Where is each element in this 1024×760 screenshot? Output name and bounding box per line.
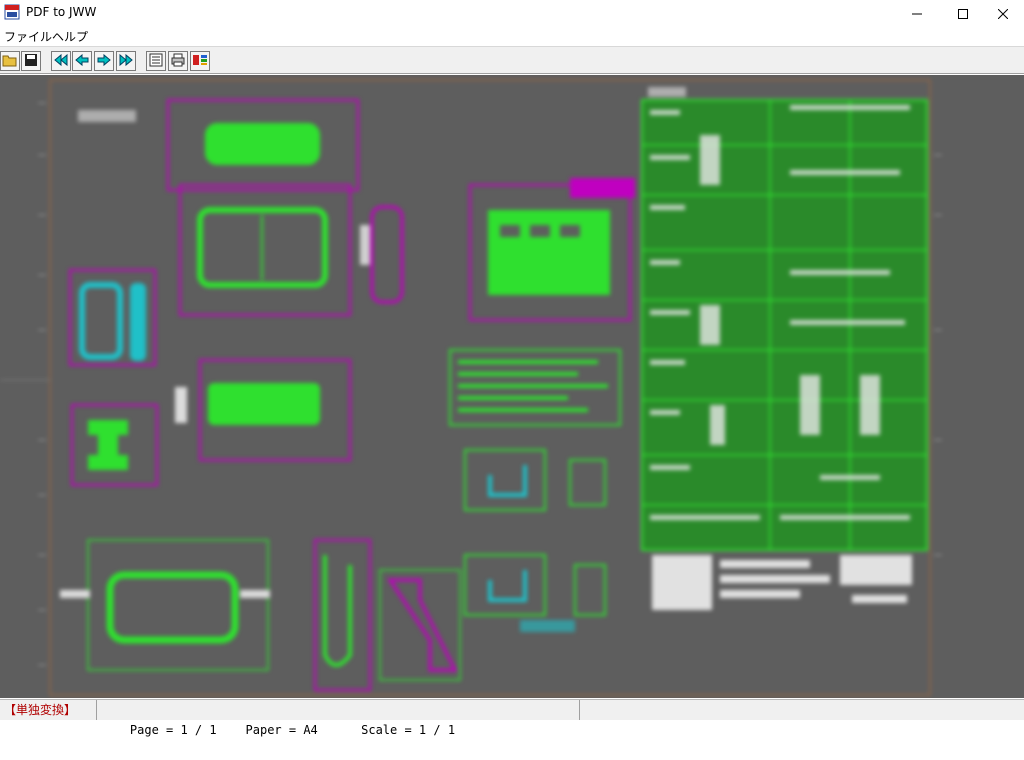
last-page-button[interactable] [116, 51, 136, 71]
open-button[interactable] [0, 51, 20, 71]
minimize-button[interactable] [894, 0, 940, 26]
save-icon [24, 52, 38, 71]
toolbar [0, 46, 1024, 74]
status-spacer-1 [217, 723, 246, 737]
drawing-canvas[interactable] [0, 75, 1024, 698]
menu-help[interactable]: ヘルプ [52, 28, 88, 45]
first-page-icon [53, 52, 69, 71]
open-folder-icon [2, 52, 18, 71]
convert-button[interactable] [190, 51, 210, 71]
close-icon [997, 4, 1009, 23]
maximize-icon [958, 4, 968, 23]
status-mode: 【単独変換】 [0, 700, 97, 720]
first-page-button[interactable] [51, 51, 71, 71]
status-bar: 【単独変換】 Page = 1 / 1 Paper = A4 Scale = 1… [0, 699, 1024, 737]
status-page: Page = 1 / 1 [129, 723, 217, 737]
next-page-button[interactable] [94, 51, 114, 71]
menu-file[interactable]: ファイル [4, 28, 52, 45]
status-scale: Scale = 1 / 1 [361, 723, 456, 737]
prev-page-icon [74, 52, 90, 71]
prev-page-button[interactable] [72, 51, 92, 71]
properties-icon [149, 52, 163, 71]
next-page-icon [96, 52, 112, 71]
save-button[interactable] [21, 51, 41, 71]
print-button[interactable] [168, 51, 188, 71]
status-spacer-2 [318, 723, 361, 737]
minimize-icon [912, 4, 922, 23]
cad-drawing-preview [0, 79, 942, 696]
window-title: PDF to JWW [26, 5, 97, 19]
properties-button[interactable] [146, 51, 166, 71]
menu-bar: ファイル ヘルプ [0, 26, 1024, 46]
status-paper: Paper = A4 [245, 723, 318, 737]
status-info: Page = 1 / 1 Paper = A4 Scale = 1 / 1 [97, 700, 580, 737]
last-page-icon [118, 52, 134, 71]
title-bar: PDF to JWW [0, 0, 1024, 26]
app-logo-icon [4, 4, 20, 20]
convert-icon [192, 52, 208, 71]
close-button[interactable] [980, 0, 1024, 26]
status-empty-panel [580, 700, 1024, 720]
print-icon [170, 52, 186, 71]
